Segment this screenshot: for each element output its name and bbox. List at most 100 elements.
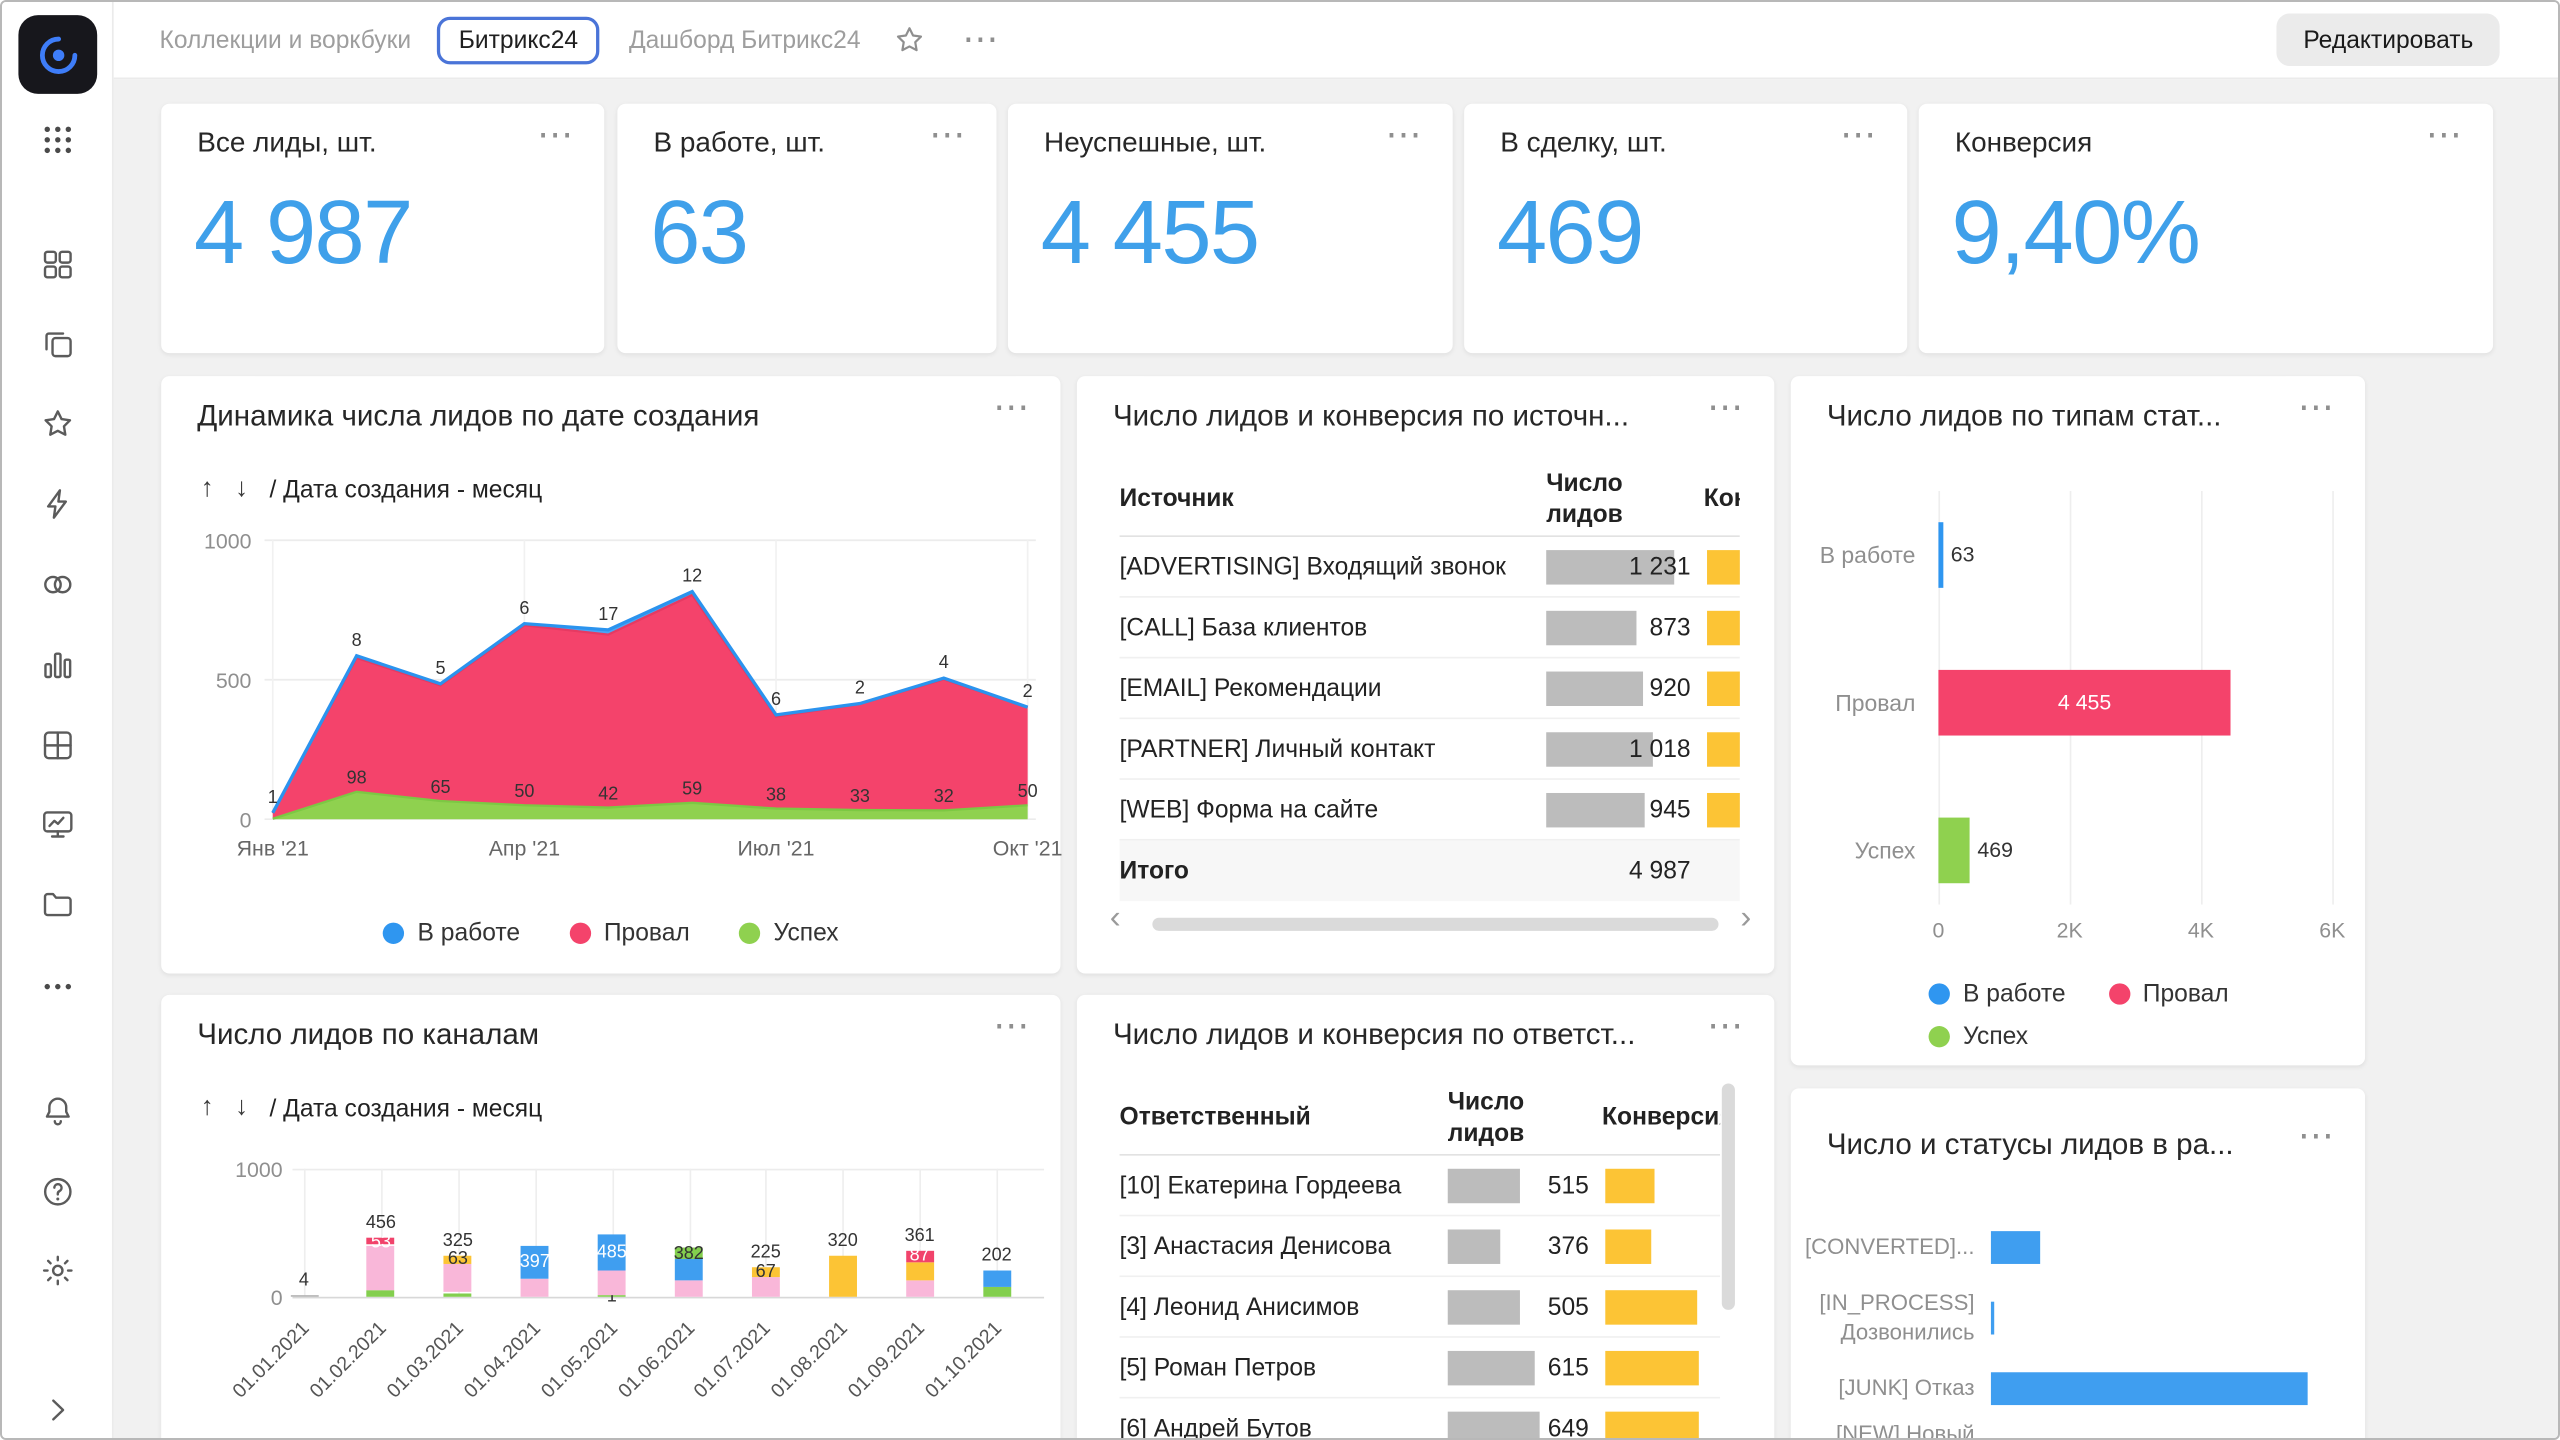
datalens-logo-icon[interactable]: [18, 15, 97, 94]
kpi-menu-icon[interactable]: ⋯: [1840, 127, 1878, 143]
kpi-menu-icon[interactable]: ⋯: [929, 127, 967, 143]
cell-label: [CALL] База клиентов: [1120, 597, 1547, 658]
bar[interactable]: [1938, 522, 1942, 588]
editor-icon[interactable]: [28, 475, 87, 534]
horizontal-scrollbar[interactable]: [1152, 918, 1718, 931]
notifications-icon[interactable]: [28, 1082, 87, 1141]
category-label: Успех: [1791, 836, 1916, 866]
area-chart[interactable]: 185617126242986550425938333250: [265, 540, 1036, 819]
bar[interactable]: [1991, 1302, 1994, 1335]
favorites-icon[interactable]: [28, 394, 87, 453]
x-axis-label: Апр '21: [467, 836, 582, 861]
kpi-menu-icon[interactable]: ⋯: [1385, 127, 1423, 143]
datasets-icon[interactable]: [28, 716, 87, 775]
chart-legend: В работе Провал Успех: [1929, 980, 2356, 1051]
cell-conversion: [1704, 536, 1740, 597]
tab-bitrix24[interactable]: Битрикс24: [437, 16, 599, 64]
bar-segment[interactable]: [290, 1296, 318, 1297]
bar-segment[interactable]: [906, 1281, 934, 1297]
vertical-scrollbar[interactable]: [1722, 1083, 1735, 1309]
bar-segment[interactable]: [367, 1290, 395, 1296]
cell-leads: 376: [1448, 1216, 1602, 1277]
more-menu-icon[interactable]: ⋯: [962, 32, 1000, 48]
category-label: [IN_PROCESS] Дозвонились: [1791, 1289, 1975, 1348]
panel-leads-dynamics: Динамика числа лидов по дате создания ⋯ …: [161, 376, 1060, 973]
bar[interactable]: [1991, 1372, 2308, 1405]
legend-item[interactable]: Провал: [569, 919, 689, 947]
column-header[interactable]: Ответственный: [1120, 1101, 1448, 1132]
column-header[interactable]: Число лидов: [1448, 1086, 1602, 1148]
svg-text:2: 2: [1023, 681, 1033, 701]
charts-icon[interactable]: [28, 635, 87, 694]
edit-button[interactable]: Редактировать: [2277, 13, 2500, 66]
panel-leads-statuses-in-work: Число и статусы лидов в ра... ⋯ [CONVERT…: [1791, 1088, 2365, 1440]
help-icon[interactable]: [28, 1162, 87, 1221]
favorite-star-icon[interactable]: [893, 23, 926, 56]
y-axis-label: 1000: [207, 1157, 282, 1182]
bar-segment[interactable]: [598, 1271, 626, 1296]
bar-label: 63: [1951, 542, 1975, 568]
legend-item[interactable]: В работе: [1929, 980, 2066, 1008]
legend-item[interactable]: Провал: [2108, 980, 2228, 1008]
breadcrumb-collections[interactable]: Коллекции и воркбуки: [160, 26, 412, 54]
svg-text:32: 32: [934, 786, 954, 806]
legend-item[interactable]: Успех: [739, 919, 839, 947]
bar-segment[interactable]: [444, 1293, 472, 1297]
bar[interactable]: [1938, 818, 1969, 884]
settings-icon[interactable]: [28, 1241, 87, 1300]
total-value: 4 987: [1546, 841, 1704, 902]
kpi-title: Все лиды, шт.: [197, 127, 376, 160]
storage-icon[interactable]: [28, 875, 87, 934]
cell-label: [10] Екатерина Гордеева: [1120, 1155, 1448, 1216]
svg-text:8: 8: [352, 630, 362, 650]
cell-leads: 649: [1448, 1398, 1602, 1440]
legend-item[interactable]: В работе: [383, 919, 520, 947]
svg-text:42: 42: [598, 783, 618, 803]
category-label: [CONVERTED]...: [1791, 1233, 1975, 1263]
cell-conversion: [1704, 779, 1740, 840]
apps-grid-icon[interactable]: [28, 110, 87, 169]
connections-icon[interactable]: [28, 555, 87, 614]
segment-label: 485: [584, 1241, 640, 1264]
svg-text:33: 33: [850, 786, 870, 806]
breadcrumb-dashboard-name[interactable]: Дашборд Битрикс24: [629, 26, 861, 54]
scroll-left-icon[interactable]: ‹: [1110, 901, 1121, 934]
category-label: [NEW] Новый: [1791, 1420, 1975, 1440]
top-bar: Коллекции и воркбуки Битрикс24 Дашборд Б…: [114, 2, 2560, 79]
svg-text:38: 38: [766, 784, 786, 804]
column-header[interactable]: Источник: [1120, 483, 1547, 514]
bar[interactable]: [1991, 1231, 2040, 1264]
status-bar-chart: [CONVERTED]...[IN_PROCESS] Дозвонились[J…: [1791, 1088, 2365, 1440]
area-chart-plot: 18561712624298655042593833325005001000Ян…: [161, 376, 1060, 973]
kpi-menu-icon[interactable]: ⋯: [537, 127, 575, 143]
kpi-menu-icon[interactable]: ⋯: [2426, 127, 2464, 143]
table-row: [CALL] База клиентов 873: [1120, 598, 1740, 659]
svg-text:4: 4: [939, 652, 949, 672]
column-header[interactable]: Конверсия: [1704, 483, 1740, 514]
column-header[interactable]: Число лидов: [1546, 467, 1704, 529]
cell-conversion: [1704, 597, 1740, 658]
bar-label: 325: [425, 1229, 491, 1252]
sidebar: [2, 2, 114, 1440]
scroll-right-icon[interactable]: ›: [1740, 901, 1751, 934]
bar-segment[interactable]: [675, 1280, 703, 1297]
svg-text:5: 5: [435, 658, 445, 678]
bar-segment[interactable]: [983, 1271, 1011, 1286]
widgets-icon[interactable]: [28, 235, 87, 294]
bar-label: 469: [1977, 837, 2013, 863]
bar-segment[interactable]: [521, 1278, 549, 1297]
bar-label: 456: [348, 1212, 414, 1235]
kpi-card: Все лиды, шт. ⋯ 4 987: [161, 104, 604, 353]
svg-text:98: 98: [347, 768, 367, 788]
kpi-title: Конверсия: [1955, 127, 2092, 160]
bar-segment[interactable]: [983, 1286, 1011, 1296]
more-icon[interactable]: [28, 957, 87, 1016]
table-row: [ADVERTISING] Входящий звонок 1 231: [1120, 537, 1740, 598]
expand-icon[interactable]: [28, 1380, 87, 1439]
cell-label: [6] Андрей Бутов: [1120, 1398, 1448, 1440]
dashboards-icon[interactable]: [28, 795, 87, 854]
bar-segment[interactable]: [829, 1256, 857, 1297]
legend-item[interactable]: Успех: [1929, 1023, 2029, 1051]
copy-icon[interactable]: [28, 314, 87, 373]
column-header[interactable]: Конверсия: [1602, 1101, 1720, 1132]
